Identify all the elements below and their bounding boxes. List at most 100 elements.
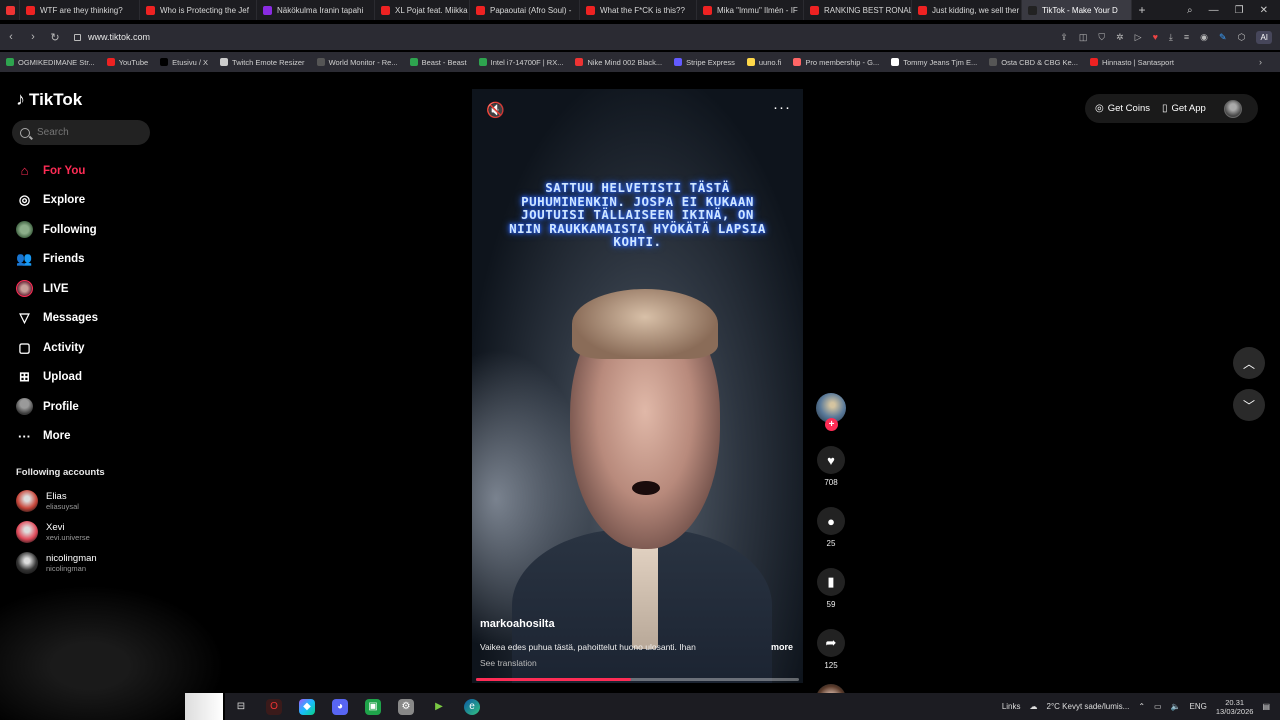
video-progress-bar[interactable] [476,678,799,681]
muted-speaker-icon[interactable]: 🔇 [486,101,505,119]
new-tab-icon[interactable]: + [1132,3,1152,17]
sidebar-item-activity[interactable]: ▢ Activity [16,333,98,363]
media-player-icon[interactable]: ▶ [431,699,447,715]
video-more-icon[interactable]: ··· [773,99,791,116]
clock[interactable]: 20.31 13/03/2026 [1216,698,1254,716]
bookmark-item[interactable]: Pro membership - G... [793,58,879,67]
following-account[interactable]: Xevi xevi.universe [16,521,90,543]
download-icon[interactable]: ⤓ [1169,32,1173,43]
figma-icon[interactable]: ◆ [299,698,315,715]
bookmark-item[interactable]: Twitch Emote Resizer [220,58,305,67]
browser-tab[interactable]: RANKING BEST RONALD [804,0,912,20]
bookmark-item[interactable]: Tommy Jeans Tjm E... [891,58,977,67]
tiktok-logo[interactable]: ♪ TikTok [16,89,82,110]
browser-tab[interactable]: Just kidding, we sell ther [912,0,1022,20]
search-input[interactable] [37,127,137,138]
sidebar-item-explore[interactable]: ◎ Explore [16,186,98,216]
coin-icon: ◎ [1095,103,1104,114]
tray-up-icon[interactable]: ⌃ [1138,702,1145,711]
sidebar-item-upload[interactable]: ⊞ Upload [16,363,98,393]
browser-tab[interactable]: XL Pojat feat. Miikka Ka [375,0,470,20]
volume-icon[interactable]: 🔈 [1171,702,1181,711]
bookmark-item[interactable]: Nike Mind 002 Black... [575,58,662,67]
close-window-icon[interactable]: ✕ [1260,5,1268,16]
comment-button[interactable]: ● [817,507,845,535]
tab-search-icon[interactable]: ⌕ [1187,5,1193,16]
notification-icon[interactable]: ▤ [1262,702,1270,711]
minimize-icon[interactable]: — [1209,5,1219,16]
cube-icon[interactable]: ⬡ [1238,32,1246,43]
browser-tab[interactable]: Näkökulma Iranin tapahi [257,0,375,20]
browser-tab[interactable]: Papaoutai (Afro Soul) - [470,0,580,20]
bookmark-button[interactable]: ▮ [817,568,845,596]
sidebar-item-label: Activity [43,341,85,354]
next-video-button[interactable]: ﹀ [1233,389,1265,421]
get-app-button[interactable]: ▯ Get App [1162,103,1206,114]
extension-icon[interactable]: ✲ [1116,32,1124,43]
get-coins-button[interactable]: ◎ Get Coins [1095,103,1150,114]
like-button[interactable]: ♥ [817,446,845,474]
profile-avatar[interactable] [1223,99,1242,118]
bookmark-item[interactable]: Hinnasto | Santasport [1089,58,1174,67]
app-green-icon[interactable]: ▣ [365,698,381,715]
network-icon[interactable]: ▭ [1154,702,1162,711]
ai-button[interactable]: AI [1256,30,1272,44]
weather-text[interactable]: 2°C Kevyt sade/lumis... [1047,702,1130,711]
search-box[interactable] [12,120,150,145]
heart-icon[interactable]: ♥ [1153,32,1158,42]
sidebar-item-messages[interactable]: ▽ Messages [16,304,98,334]
app-gear-icon[interactable]: ⚙ [398,698,414,715]
share-button[interactable]: ➦ [817,629,845,657]
language-indicator[interactable]: ENG [1190,702,1207,711]
sidebar-item-live[interactable]: LIVE [16,274,98,304]
browser-tab[interactable]: Who is Protecting the Jef [140,0,257,20]
tab-title: Mika "Immu" Ilmén - IF [717,5,798,15]
bookmark-item[interactable]: Intel i7-14700F | RX... [478,58,563,67]
opera-gx-icon[interactable]: O [266,698,282,715]
previous-video-button[interactable]: ︿ [1233,347,1265,379]
bookmark-item[interactable]: Stripe Express [674,58,735,67]
see-translation-link[interactable]: See translation [480,658,537,668]
camera-icon[interactable]: ◫ [1079,32,1088,43]
links-toolbar[interactable]: Links [1002,702,1021,711]
bookmarks-overflow-icon[interactable]: › [1259,57,1262,67]
video-author[interactable]: markoahosilta [480,618,555,630]
following-account[interactable]: Elias eliasuysal [16,490,79,512]
discord-icon[interactable]: ◕ [332,698,348,715]
task-view-icon[interactable]: ⊟ [233,699,249,715]
browser-tab[interactable]: Mika "Immu" Ilmén - IF [697,0,804,20]
browser-tab[interactable]: What the F*CK is this?? [580,0,697,20]
sidebar-item-for-you[interactable]: ⌂ For You [16,156,98,186]
url-field[interactable]: www.tiktok.com [74,32,150,42]
browser-menu-icon[interactable] [0,0,20,20]
sidebar-item-more[interactable]: ··· More [16,422,98,452]
bookmark-item[interactable]: uuno.fi [746,58,781,67]
sidebar-item-profile[interactable]: Profile [16,392,98,422]
sidebar-item-friends[interactable]: 👥 Friends [16,245,98,275]
creator-avatar[interactable]: + [816,393,846,431]
description-more-link[interactable]: more [771,642,793,652]
forward-icon[interactable]: › [22,31,44,43]
bookmark-item[interactable]: Osta CBD & CBG Ke... [989,58,1078,67]
bookmark-item[interactable]: World Monitor - Re... [316,58,398,67]
bookmark-item[interactable]: Etusivu / X [160,58,208,67]
bookmark-item[interactable]: Beast - Beast [409,58,467,67]
user-icon[interactable]: ◉ [1200,32,1208,43]
restore-icon[interactable]: ❐ [1235,5,1244,16]
follow-plus-icon[interactable]: + [825,418,838,431]
reload-icon[interactable]: ↻ [44,31,66,44]
back-icon[interactable]: ‹ [0,31,22,43]
bookmark-item[interactable]: YouTube [106,58,148,67]
following-account[interactable]: nicolingman nicolingman [16,552,97,574]
browser-tab[interactable]: TikTok - Make Your D [1022,0,1132,20]
shield-icon[interactable]: ⛉ [1098,32,1105,43]
video-player[interactable]: 🔇 ··· SATTUU HELVETISTI TÄSTÄ PUHUMINENK… [472,89,803,683]
edge-icon[interactable]: e [464,698,480,715]
bookmark-item[interactable]: OGMIKEDIMANE Str... [6,58,95,67]
menu-lines-icon[interactable]: ≡ [1184,32,1189,42]
sidebar-item-following[interactable]: Following [16,215,98,245]
play-icon[interactable]: ▷ [1135,32,1142,43]
share-icon[interactable]: ⇪ [1060,32,1068,43]
browser-tab[interactable]: WTF are they thinking? [20,0,140,20]
ai-extension-icon[interactable]: ✎ [1219,32,1227,43]
